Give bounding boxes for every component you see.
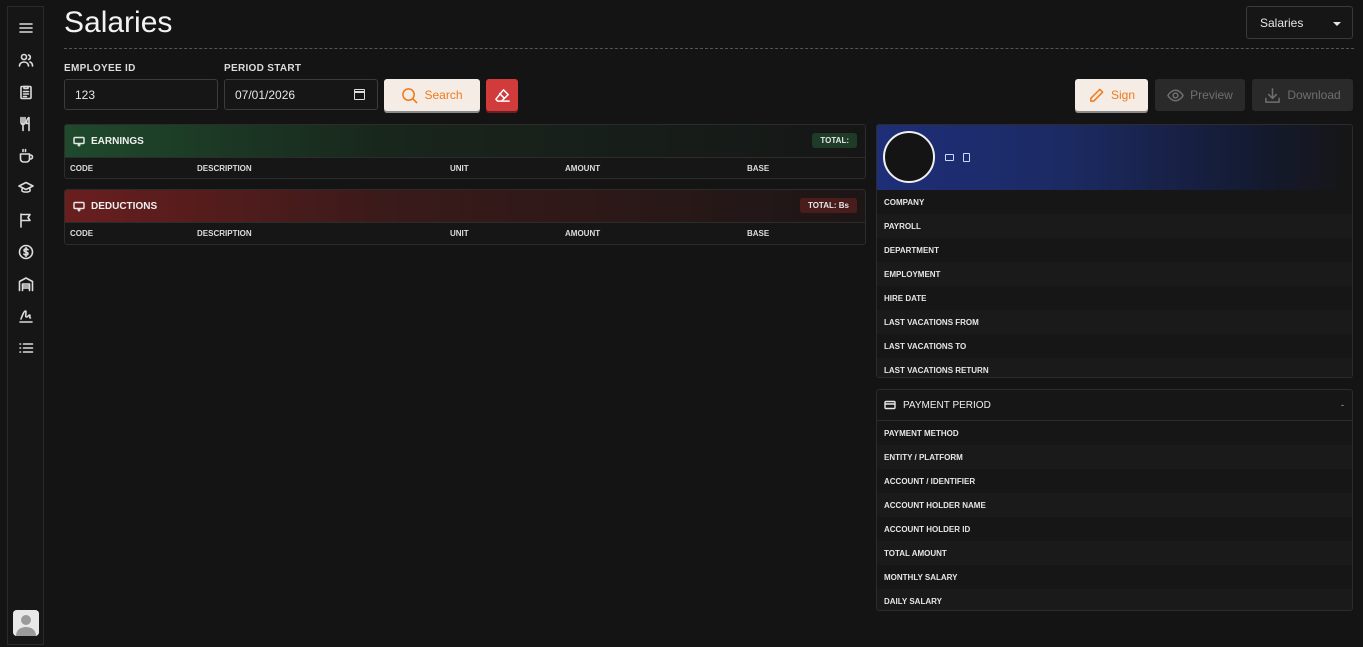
deductions-header: DEDUCTIONS TOTAL: Bs	[65, 190, 865, 222]
payment-row: ACCOUNT / IDENTIFIER	[884, 476, 976, 486]
id-card-icon	[945, 154, 954, 161]
info-row: HIRE DATE	[884, 293, 927, 303]
employee-id-label: EMPLOYEE ID	[64, 63, 136, 74]
earnings-title: EARNINGS	[91, 135, 144, 147]
preview-label: Preview	[1190, 88, 1233, 102]
payment-row: PAYMENT METHOD	[884, 428, 959, 438]
payment-period-value: -	[1341, 400, 1344, 410]
flag-icon[interactable]	[15, 209, 37, 231]
column-header: BASE	[747, 229, 770, 238]
employee-id-input[interactable]: 123	[64, 79, 218, 110]
download-button[interactable]: Download	[1252, 79, 1353, 111]
header-divider	[64, 48, 1354, 49]
user-avatar-icon[interactable]	[13, 610, 39, 636]
calendar-icon[interactable]	[354, 89, 365, 100]
earnings-header: EARNINGS TOTAL:	[65, 125, 865, 157]
sign-button[interactable]: Sign	[1075, 79, 1148, 111]
column-header: DESCRIPTION	[197, 229, 252, 238]
badge-icon	[963, 153, 970, 162]
deductions-column-headers: CODE DESCRIPTION UNIT AMOUNT BASE	[65, 222, 865, 243]
warehouse-icon[interactable]	[15, 273, 37, 295]
clear-button[interactable]	[486, 79, 518, 111]
profile-photo[interactable]	[883, 131, 935, 183]
column-header: CODE	[70, 164, 94, 173]
download-label: Download	[1287, 88, 1341, 102]
download-icon	[1265, 87, 1281, 103]
sidebar	[7, 6, 44, 645]
info-row: DEPARTMENT	[884, 245, 939, 255]
eraser-icon	[494, 88, 510, 102]
sign-label: Sign	[1110, 88, 1136, 102]
signature-icon[interactable]	[15, 305, 37, 327]
info-row: COMPANY	[884, 197, 925, 207]
period-start-label: PERIOD START	[224, 63, 302, 74]
preview-button[interactable]: Preview	[1155, 79, 1245, 111]
payment-row: ACCOUNT HOLDER ID	[884, 524, 971, 534]
profile-banner	[877, 125, 1352, 190]
column-header: UNIT	[450, 164, 469, 173]
search-label: Search	[424, 88, 463, 102]
pencil-icon	[1090, 88, 1104, 102]
info-row: EMPLOYMENT	[877, 262, 1352, 286]
payment-row: ACCOUNT HOLDER NAME	[877, 493, 1352, 517]
payment-period-card: PAYMENT PERIOD - PAYMENT METHOD ENTITY /…	[876, 389, 1353, 611]
employee-id-value: 123	[75, 87, 96, 102]
caret-down-icon	[1333, 22, 1341, 26]
column-header: CODE	[70, 229, 94, 238]
users-icon[interactable]	[15, 49, 37, 71]
coffee-icon[interactable]	[15, 145, 37, 167]
deductions-title: DEDUCTIONS	[91, 200, 158, 212]
column-header: UNIT	[450, 229, 469, 238]
deductions-total: TOTAL: Bs	[799, 198, 857, 213]
eye-icon	[1167, 89, 1184, 101]
earnings-panel: EARNINGS TOTAL: CODE DESCRIPTION UNIT AM…	[64, 124, 866, 179]
employee-info-card: COMPANY PAYROLL DEPARTMENT EMPLOYMENT HI…	[876, 124, 1353, 378]
dollar-icon[interactable]	[15, 241, 37, 263]
column-header: AMOUNT	[565, 164, 601, 173]
money-icon	[73, 201, 85, 212]
payment-period-title: PAYMENT PERIOD	[903, 399, 991, 411]
period-start-input[interactable]: 07/01/2026	[224, 79, 378, 110]
search-button[interactable]: Search	[384, 79, 480, 111]
clipboard-icon[interactable]	[15, 81, 37, 103]
payment-row: MONTHLY SALARY	[884, 572, 958, 582]
money-icon	[73, 136, 85, 147]
payment-row: TOTAL AMOUNT	[877, 541, 1352, 565]
page-selector[interactable]: Salaries	[1246, 6, 1353, 39]
payment-period-header: PAYMENT PERIOD -	[877, 390, 1352, 421]
menu-icon[interactable]	[15, 17, 37, 39]
payment-rows: PAYMENT METHOD ENTITY / PLATFORM ACCOUNT…	[877, 421, 1352, 610]
utensils-icon[interactable]	[15, 113, 37, 135]
page-selector-value: Salaries	[1260, 15, 1304, 30]
info-row: PAYROLL	[877, 214, 1352, 238]
payment-row: ENTITY / PLATFORM	[877, 445, 1352, 469]
column-header: AMOUNT	[565, 229, 601, 238]
info-row: LAST VACATIONS TO	[884, 341, 967, 351]
page-title: Salaries	[64, 6, 173, 39]
deductions-panel: DEDUCTIONS TOTAL: Bs CODE DESCRIPTION UN…	[64, 189, 866, 245]
info-row: LAST VACATIONS RETURN	[877, 358, 1352, 377]
column-header: BASE	[747, 164, 770, 173]
search-icon	[402, 87, 418, 103]
info-row: LAST VACATIONS FROM	[877, 310, 1352, 334]
employee-info-rows: COMPANY PAYROLL DEPARTMENT EMPLOYMENT HI…	[877, 190, 1352, 377]
earnings-column-headers: CODE DESCRIPTION UNIT AMOUNT BASE	[65, 157, 865, 178]
column-header: DESCRIPTION	[197, 164, 252, 173]
credit-card-icon	[884, 400, 896, 410]
period-start-value: 07/01/2026	[235, 87, 296, 102]
payment-row: DAILY SALARY	[877, 589, 1352, 610]
list-icon[interactable]	[15, 337, 37, 359]
graduation-cap-icon[interactable]	[15, 177, 37, 199]
earnings-total: TOTAL:	[812, 133, 857, 148]
